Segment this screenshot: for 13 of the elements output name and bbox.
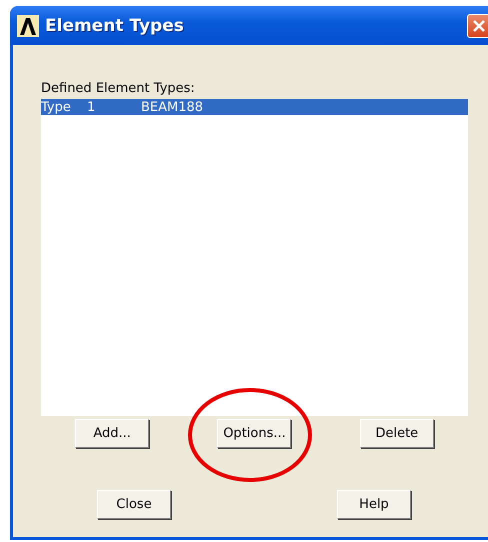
dialog-button[interactable]: Options... bbox=[217, 419, 292, 448]
dialog-button[interactable]: Help bbox=[337, 490, 411, 519]
close-icon[interactable] bbox=[467, 14, 488, 38]
row-text: 1 bbox=[87, 100, 96, 114]
row-text: Type bbox=[41, 100, 72, 114]
list-label: Defined Element Types: bbox=[41, 81, 196, 96]
dialog-button[interactable]: Add... bbox=[75, 419, 150, 448]
row-text: BEAM188 bbox=[141, 100, 204, 114]
list-row[interactable]: Type 1 BEAM188 bbox=[41, 99, 468, 115]
window-title: Element Types bbox=[45, 16, 185, 36]
dialog-button[interactable]: Delete bbox=[360, 419, 434, 448]
dialog-button[interactable]: Close bbox=[97, 490, 171, 519]
app-logo-icon bbox=[17, 14, 39, 36]
